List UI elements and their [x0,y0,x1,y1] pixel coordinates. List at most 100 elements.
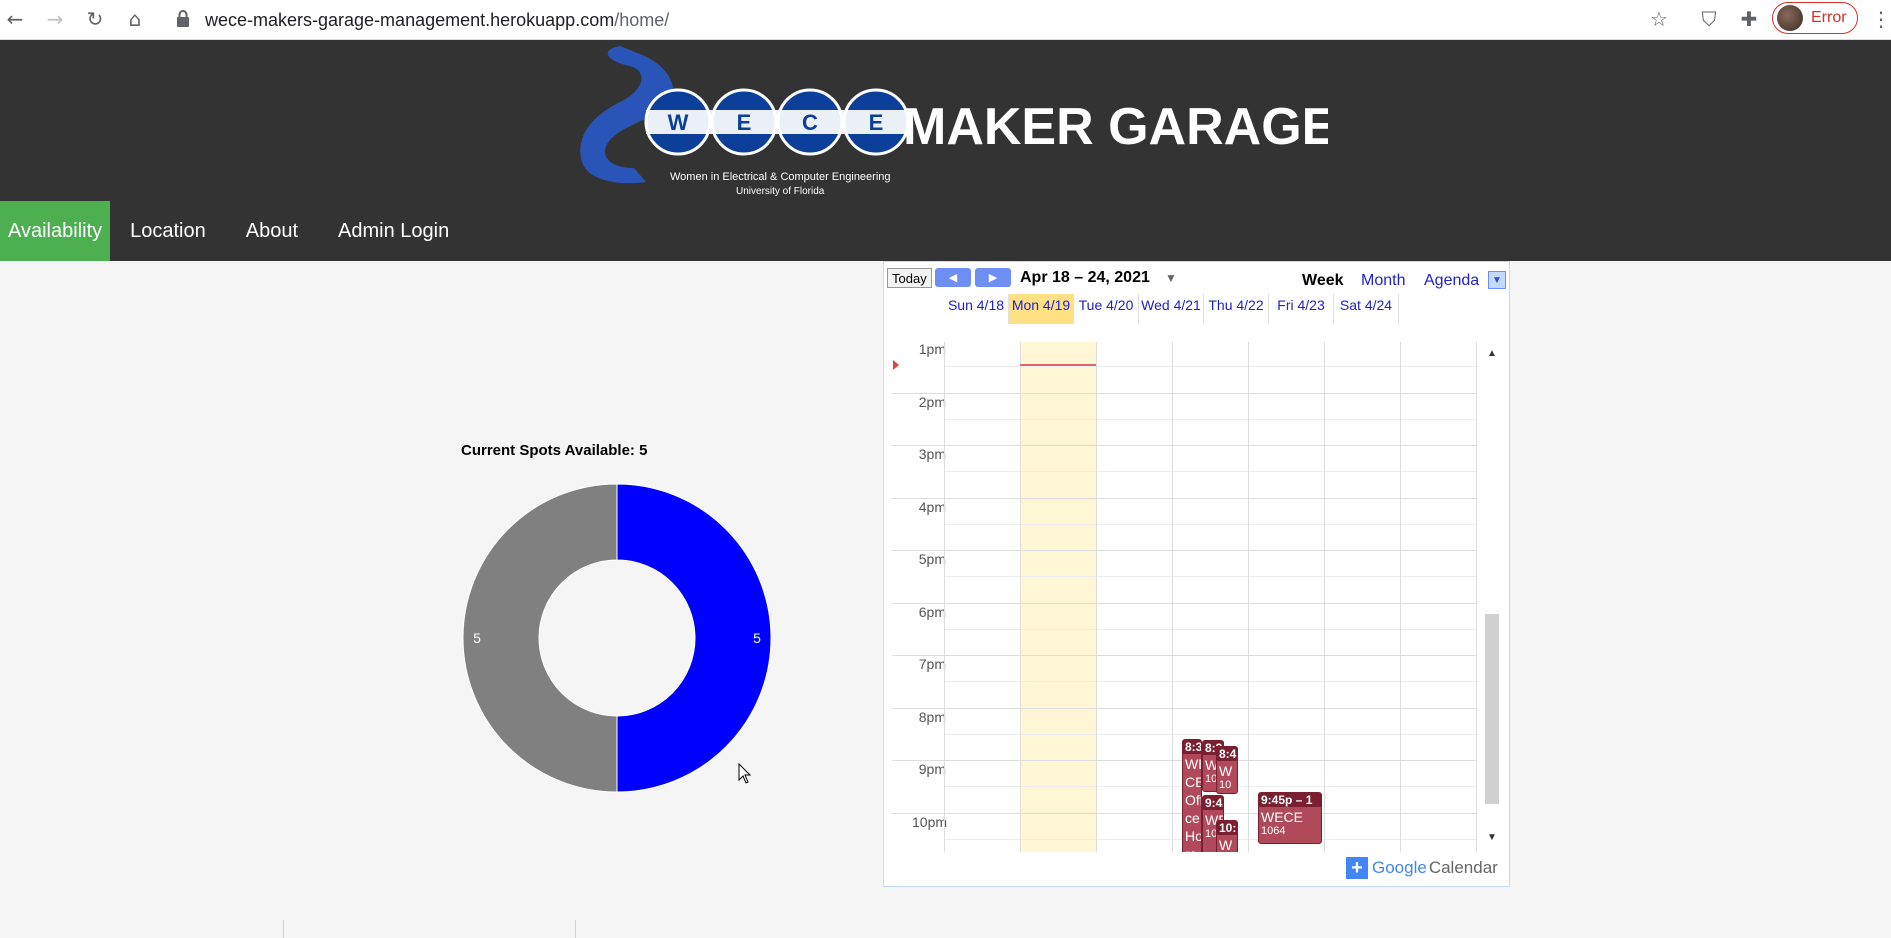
menu-kebab-icon[interactable]: ⋮ [1866,4,1891,34]
date-range-dropdown-icon[interactable]: ▼ [1165,271,1177,285]
spots-donut-chart: 55 [462,483,772,793]
event-time: 10: [1217,821,1237,835]
main-nav: Availability Location About Admin Login [0,201,469,261]
day-header[interactable]: Tue 4/20 [1074,294,1139,324]
day-header[interactable]: Sun 4/18 [944,294,1009,324]
google-calendar-link[interactable]: + Google Calendar [1346,857,1498,879]
current-time-marker-icon [893,360,899,370]
calendar-scrollbar[interactable]: ▲ ▼ [1483,342,1501,852]
calendar-event[interactable]: 8:3 WE CE Offi ce Hors [1182,739,1202,852]
donut-slice-1[interactable] [462,483,618,793]
event-title: WECE [1261,809,1303,825]
event-title: WE [1185,756,1201,772]
logo-subtitle-1: Women in Electrical & Computer Engineeri… [670,171,891,183]
event-room: 1064 [1261,825,1286,837]
half-hour-line [944,576,1477,578]
day-column-line [1400,342,1401,852]
google-wordmark: Google [1372,858,1427,877]
scroll-thumb[interactable] [1485,614,1499,804]
calendar-event[interactable]: 10: W [1216,820,1238,852]
day-header[interactable]: Wed 4/21 [1139,294,1204,324]
donut-slice-label: 5 [473,630,481,646]
next-arrow-icon: ▶ [988,272,998,284]
scroll-up-icon[interactable]: ▲ [1487,348,1497,359]
prev-week-button[interactable]: ◀ [935,268,971,287]
nav-admin-login[interactable]: Admin Login [318,201,469,261]
logo-letter-2: E [737,110,752,135]
back-icon[interactable]: ← [0,4,30,34]
event-title: Ho [1185,828,1202,844]
hour-label: 7pm [918,656,946,672]
add-to-calendar-icon[interactable]: + [1346,857,1368,879]
half-hour-line [944,418,1477,420]
home-icon[interactable]: ⌂ [120,4,150,34]
hour-label: 2pm [918,393,946,410]
tab-month[interactable]: Month [1361,272,1405,290]
lock-icon [177,10,189,27]
tab-agenda[interactable]: Agenda [1424,272,1479,290]
donut-slice-label: 5 [753,630,761,646]
event-title: rs [1183,844,1201,852]
day-column-line [1476,342,1477,852]
url-host: wece-makers-garage-management.herokuapp.… [205,9,615,30]
day-header[interactable]: Fri 4/23 [1269,294,1334,324]
calendar-event[interactable]: 9:45p – 1 WECE 1064 [1258,792,1322,844]
shield-extension-icon[interactable]: ⛉ [1694,4,1724,34]
nav-availability[interactable]: Availability [0,201,111,261]
calendar-toolbar: Today ◀ ▶ Apr 18 – 24, 2021 ▼ Week Month… [884,265,1509,291]
event-time: 9:45p – 1 [1259,793,1321,807]
hour-label: 1pm [918,342,946,357]
view-dropdown-icon[interactable]: ▼ [1488,271,1506,289]
hour-label: 8pm [918,708,946,725]
day-column-line [1248,342,1249,852]
browser-toolbar: ← → ↻ ⌂ wece-makers-garage-management.he… [0,0,1891,40]
address-bar[interactable]: wece-makers-garage-management.herokuapp.… [205,6,669,34]
current-time-line [1020,364,1096,366]
profile-status: Error [1811,9,1847,26]
date-range[interactable]: Apr 18 – 24, 2021 [1020,269,1150,287]
extensions-icon[interactable]: ✚ [1734,4,1764,34]
forward-icon[interactable]: → [40,4,70,34]
hour-label: 6pm [918,603,946,620]
bookmark-star-icon[interactable]: ☆ [1644,4,1674,34]
event-title: CE [1185,774,1201,790]
profile-button[interactable]: Error [1772,2,1858,34]
day-header[interactable]: Sat 4/24 [1334,294,1399,324]
day-header[interactable]: Thu 4/22 [1204,294,1269,324]
calendar-event[interactable]: 8:4 W 10 [1216,746,1238,794]
event-title: Offi [1185,792,1201,808]
google-calendar-embed: Today ◀ ▶ Apr 18 – 24, 2021 ▼ Week Month… [883,261,1510,887]
event-time: 9:42p [1203,796,1223,810]
week-time-grid[interactable]: 1pm2pm3pm4pm5pm6pm7pm8pm9pm10pm8:3WECEOf… [892,342,1482,852]
today-button[interactable]: Today [887,268,932,288]
half-hour-line [944,471,1477,473]
event-time: 8:4 [1217,747,1237,761]
hour-line [892,392,1477,394]
site-header: W E C E MAKER GARAGE Women in Electrical… [0,40,1891,261]
nav-about[interactable]: About [226,201,318,261]
logo-letter-4: E [869,110,884,135]
hour-line [892,550,1477,551]
hour-label: 4pm [918,498,946,515]
event-title: W [1219,837,1233,852]
half-hour-line [944,681,1477,683]
half-hour-line [944,733,1477,735]
logo-letter-1: W [668,110,689,135]
hour-label: 9pm [918,761,946,777]
hour-line [892,445,1477,446]
hour-line [892,602,1477,604]
divider [575,920,576,938]
reload-icon[interactable]: ↻ [80,4,110,34]
day-column-line [1096,342,1097,852]
nav-location[interactable]: Location [110,201,226,261]
day-header-today[interactable]: Mon 4/19 [1009,294,1074,324]
calendar-wordmark: Calendar [1428,858,1498,877]
wece-maker-garage-logo: W E C E MAKER GARAGE Women in Electrical… [580,46,1328,197]
tab-week[interactable]: Week [1302,272,1344,290]
next-week-button[interactable]: ▶ [975,268,1011,287]
hour-line [892,497,1477,499]
donut-slice-0[interactable] [616,483,772,793]
day-column-line [1324,342,1325,852]
mouse-cursor-icon [738,763,752,784]
scroll-down-icon[interactable]: ▼ [1487,832,1497,843]
